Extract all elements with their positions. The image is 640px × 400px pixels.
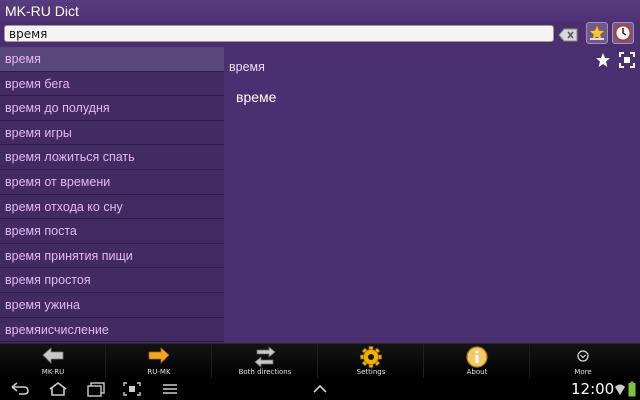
bottom-toolbar: MK-RU RU-MK Both directions Settings Abo… xyxy=(0,343,640,379)
about-label: About xyxy=(466,368,488,376)
favorites-button[interactable] xyxy=(586,22,608,44)
both-directions-label: Both directions xyxy=(238,368,292,376)
settings-label: Settings xyxy=(356,368,386,376)
word-list[interactable]: время время бега время до полудня время игр… xyxy=(0,47,224,343)
add-favorite-star-icon[interactable] xyxy=(595,52,611,68)
both-directions-button[interactable]: Both directions xyxy=(212,344,318,379)
translation-panel: время време xyxy=(224,47,640,343)
clock-icon xyxy=(614,24,632,42)
mk-ru-label: MK-RU xyxy=(41,368,65,376)
word-list-item[interactable]: время принятия пищи xyxy=(0,244,224,269)
status-clock: 12:00 xyxy=(571,380,615,398)
word-list-item[interactable]: времяисчисление xyxy=(0,318,224,343)
back-icon[interactable] xyxy=(10,381,30,397)
word-list-item[interactable]: время бега xyxy=(0,72,224,97)
settings-button[interactable]: Settings xyxy=(318,344,424,379)
fullscreen-icon[interactable] xyxy=(619,52,635,68)
detail-headword: время xyxy=(229,60,265,74)
word-list-item[interactable]: время ужина xyxy=(0,293,224,318)
arrow-left-icon xyxy=(42,347,64,364)
word-list-item[interactable]: время ложиться спать xyxy=(0,145,224,170)
ru-mk-label: RU-MK xyxy=(147,368,171,376)
screenshot-icon[interactable] xyxy=(122,381,142,397)
chevron-up-icon[interactable] xyxy=(310,381,330,397)
info-icon xyxy=(466,346,488,368)
history-button[interactable] xyxy=(612,22,634,44)
system-nav-bar: 12:00 xyxy=(0,378,640,400)
ru-mk-button[interactable]: RU-MK xyxy=(106,344,212,379)
word-list-item[interactable]: время от времени xyxy=(0,170,224,195)
mk-ru-button[interactable]: MK-RU xyxy=(0,344,106,379)
arrow-right-icon xyxy=(148,347,170,364)
detail-translation: време xyxy=(236,89,277,105)
star-list-icon xyxy=(587,23,607,41)
battery-icon xyxy=(628,381,636,397)
search-input[interactable] xyxy=(4,25,554,42)
word-list-item[interactable]: время поста xyxy=(0,219,224,244)
gear-icon xyxy=(360,346,382,368)
menu-icon[interactable] xyxy=(160,381,180,397)
more-button[interactable]: More xyxy=(530,344,636,379)
swap-arrows-icon xyxy=(254,346,276,368)
word-list-item[interactable]: время xyxy=(0,47,224,72)
recent-apps-icon[interactable] xyxy=(86,381,106,397)
word-list-item[interactable]: время простоя xyxy=(0,268,224,293)
app-title: MK-RU Dict xyxy=(5,3,79,19)
chevron-down-icon xyxy=(577,350,589,362)
wifi-icon xyxy=(615,384,625,395)
more-label: More xyxy=(574,368,592,376)
about-button[interactable]: About xyxy=(424,344,530,379)
search-row xyxy=(0,22,640,46)
title-bar: MK-RU Dict xyxy=(0,0,640,22)
clear-search-icon[interactable] xyxy=(558,27,578,42)
word-list-item[interactable]: время отхода ко сну xyxy=(0,195,224,220)
home-icon[interactable] xyxy=(48,381,68,397)
word-list-item[interactable]: время игры xyxy=(0,121,224,146)
word-list-item[interactable]: время до полудня xyxy=(0,96,224,121)
